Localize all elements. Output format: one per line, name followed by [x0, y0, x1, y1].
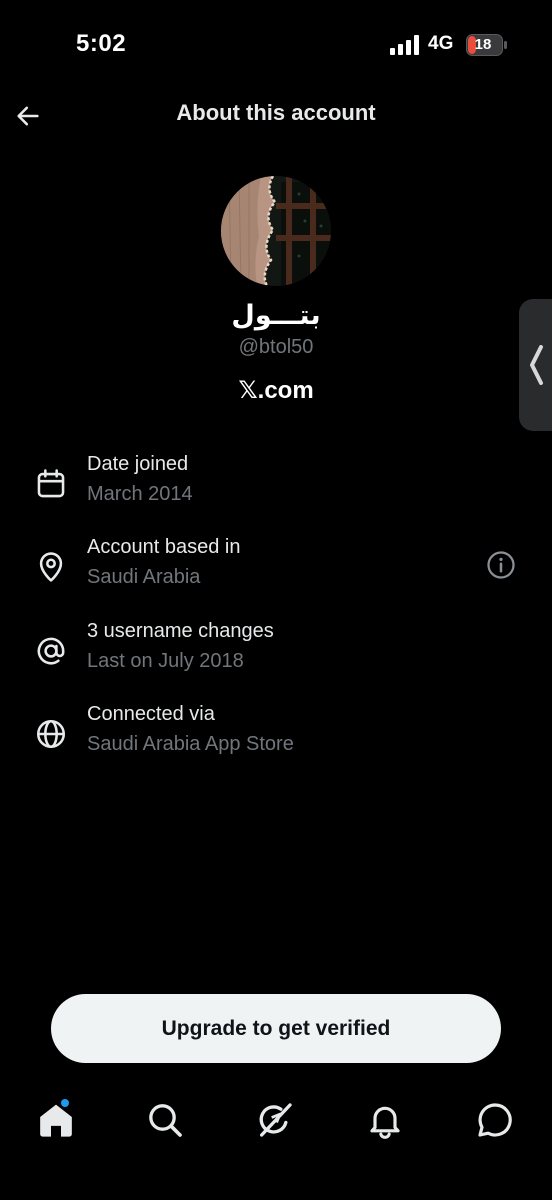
- detail-value: March 2014: [87, 483, 193, 505]
- nav-search[interactable]: [145, 1100, 185, 1140]
- search-icon: [149, 1104, 182, 1137]
- detail-value: Saudi Arabia: [87, 566, 201, 588]
- detail-value: Saudi Arabia App Store: [87, 733, 294, 755]
- home-icon: [40, 1104, 72, 1137]
- nav-notifications[interactable]: [365, 1100, 405, 1140]
- upgrade-verified-button[interactable]: Upgrade to get verified: [51, 994, 501, 1063]
- avatar-image: [221, 176, 331, 286]
- side-pull-tab[interactable]: [519, 299, 552, 431]
- at-sign-icon: [37, 637, 65, 665]
- nav-grok[interactable]: [255, 1100, 295, 1140]
- detail-value: Last on July 2018: [87, 650, 244, 672]
- cellular-signal-icon: [390, 35, 419, 55]
- globe-icon: [36, 719, 66, 749]
- detail-label: Date joined: [87, 453, 189, 475]
- network-label: 4G: [428, 33, 454, 54]
- calendar-icon: [37, 469, 65, 498]
- status-time: 5:02: [76, 30, 127, 57]
- detail-row-username-changes: 3 username changes Last on July 2018: [0, 620, 552, 690]
- nav-home[interactable]: [36, 1100, 76, 1140]
- avatar[interactable]: [221, 176, 331, 286]
- detail-label: Connected via: [87, 703, 215, 725]
- location-pin-icon: [39, 552, 63, 582]
- display-name: بتـــول: [231, 300, 321, 330]
- bell-icon: [370, 1106, 400, 1139]
- info-icon[interactable]: [486, 550, 516, 580]
- messages-icon: [478, 1103, 512, 1137]
- detail-label: 3 username changes: [87, 620, 274, 642]
- grok-icon: [259, 1103, 292, 1137]
- notification-dot: [61, 1099, 69, 1107]
- page-title: About this account: [176, 100, 376, 125]
- platform-label: 𝕏.com: [238, 377, 314, 404]
- username-handle: @btol50: [238, 336, 314, 358]
- detail-row-date-joined: Date joined March 2014: [0, 453, 552, 523]
- detail-label: Account based in: [87, 536, 241, 558]
- chevron-left-icon: [530, 345, 543, 385]
- nav-messages[interactable]: [475, 1100, 515, 1140]
- detail-row-account-location: Account based in Saudi Arabia: [0, 536, 552, 606]
- detail-row-connected-via: Connected via Saudi Arabia App Store: [0, 703, 552, 773]
- status-bar: 5:02 4G 18: [0, 0, 552, 90]
- battery-level: 18: [474, 36, 492, 53]
